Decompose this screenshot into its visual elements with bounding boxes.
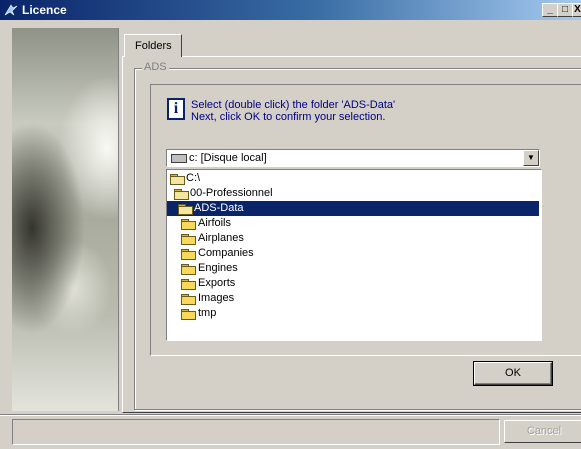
- window-title: Licence: [22, 3, 67, 17]
- info-icon: i: [167, 98, 185, 120]
- tree-item-label: Engines: [198, 262, 238, 274]
- open-folder-icon: [178, 203, 193, 215]
- tree-item-airfoils[interactable]: Airfoils: [167, 216, 539, 231]
- tree-item-engines[interactable]: Engines: [167, 261, 539, 276]
- drive-select[interactable]: c: [Disque local] ▼: [166, 149, 540, 167]
- tab-folders[interactable]: Folders: [124, 34, 182, 57]
- tree-item-label: C:\: [186, 172, 201, 184]
- minimize-button[interactable]: _: [542, 3, 558, 17]
- tree-item-tmp[interactable]: tmp: [167, 306, 539, 321]
- chevron-down-icon[interactable]: ▼: [523, 150, 539, 166]
- folder-icon: [181, 263, 196, 275]
- folder-icon: [181, 308, 196, 320]
- instruction-text-secondary: Next, click OK to confirm your selection…: [191, 111, 386, 123]
- folder-icon: [181, 233, 196, 245]
- folder-icon: [181, 293, 196, 305]
- tree-item-label: Airfoils: [198, 217, 232, 229]
- title-bar[interactable]: Licence _ □ X: [0, 0, 581, 20]
- tree-item-label: Airplanes: [198, 232, 244, 244]
- app-icon: [4, 4, 18, 16]
- tree-item-label: tmp: [198, 307, 217, 319]
- drive-select-value: c: [Disque local]: [189, 152, 267, 164]
- group-label: ADS: [142, 61, 169, 73]
- tree-item-label: 00-Professionnel: [190, 187, 273, 199]
- open-folder-icon: [170, 173, 185, 185]
- tree-item-ads-data[interactable]: ADS-Data: [167, 201, 539, 216]
- folder-icon: [181, 248, 196, 260]
- folder-tree[interactable]: C:\ 00-Professionnel ADS-Data Airfoils A…: [166, 169, 542, 341]
- tree-item-root[interactable]: C:\: [167, 171, 539, 186]
- maximize-button[interactable]: □: [557, 3, 573, 17]
- close-button[interactable]: X: [572, 3, 581, 17]
- tree-item-airplanes[interactable]: Airplanes: [167, 231, 539, 246]
- open-folder-icon: [174, 188, 189, 200]
- instruction-text: Select (double click) the folder 'ADS-Da…: [191, 99, 396, 111]
- tree-item-00-professionnel[interactable]: 00-Professionnel: [167, 186, 539, 201]
- tree-item-label: Images: [198, 292, 235, 304]
- tree-item-label: ADS-Data: [194, 202, 244, 214]
- hard-drive-icon: [171, 154, 187, 163]
- tree-item-exports[interactable]: Exports: [167, 276, 539, 291]
- aircraft-banner-image: [12, 28, 119, 411]
- tab-label: Folders: [135, 40, 172, 52]
- cancel-button[interactable]: Cancel: [504, 420, 581, 443]
- status-area: [12, 419, 500, 445]
- folder-icon: [181, 218, 196, 230]
- folder-icon: [181, 278, 196, 290]
- tree-item-images[interactable]: Images: [167, 291, 539, 306]
- tree-item-label: Companies: [198, 247, 254, 259]
- ok-button[interactable]: OK: [473, 361, 553, 386]
- tree-item-label: Exports: [198, 277, 236, 289]
- tree-item-companies[interactable]: Companies: [167, 246, 539, 261]
